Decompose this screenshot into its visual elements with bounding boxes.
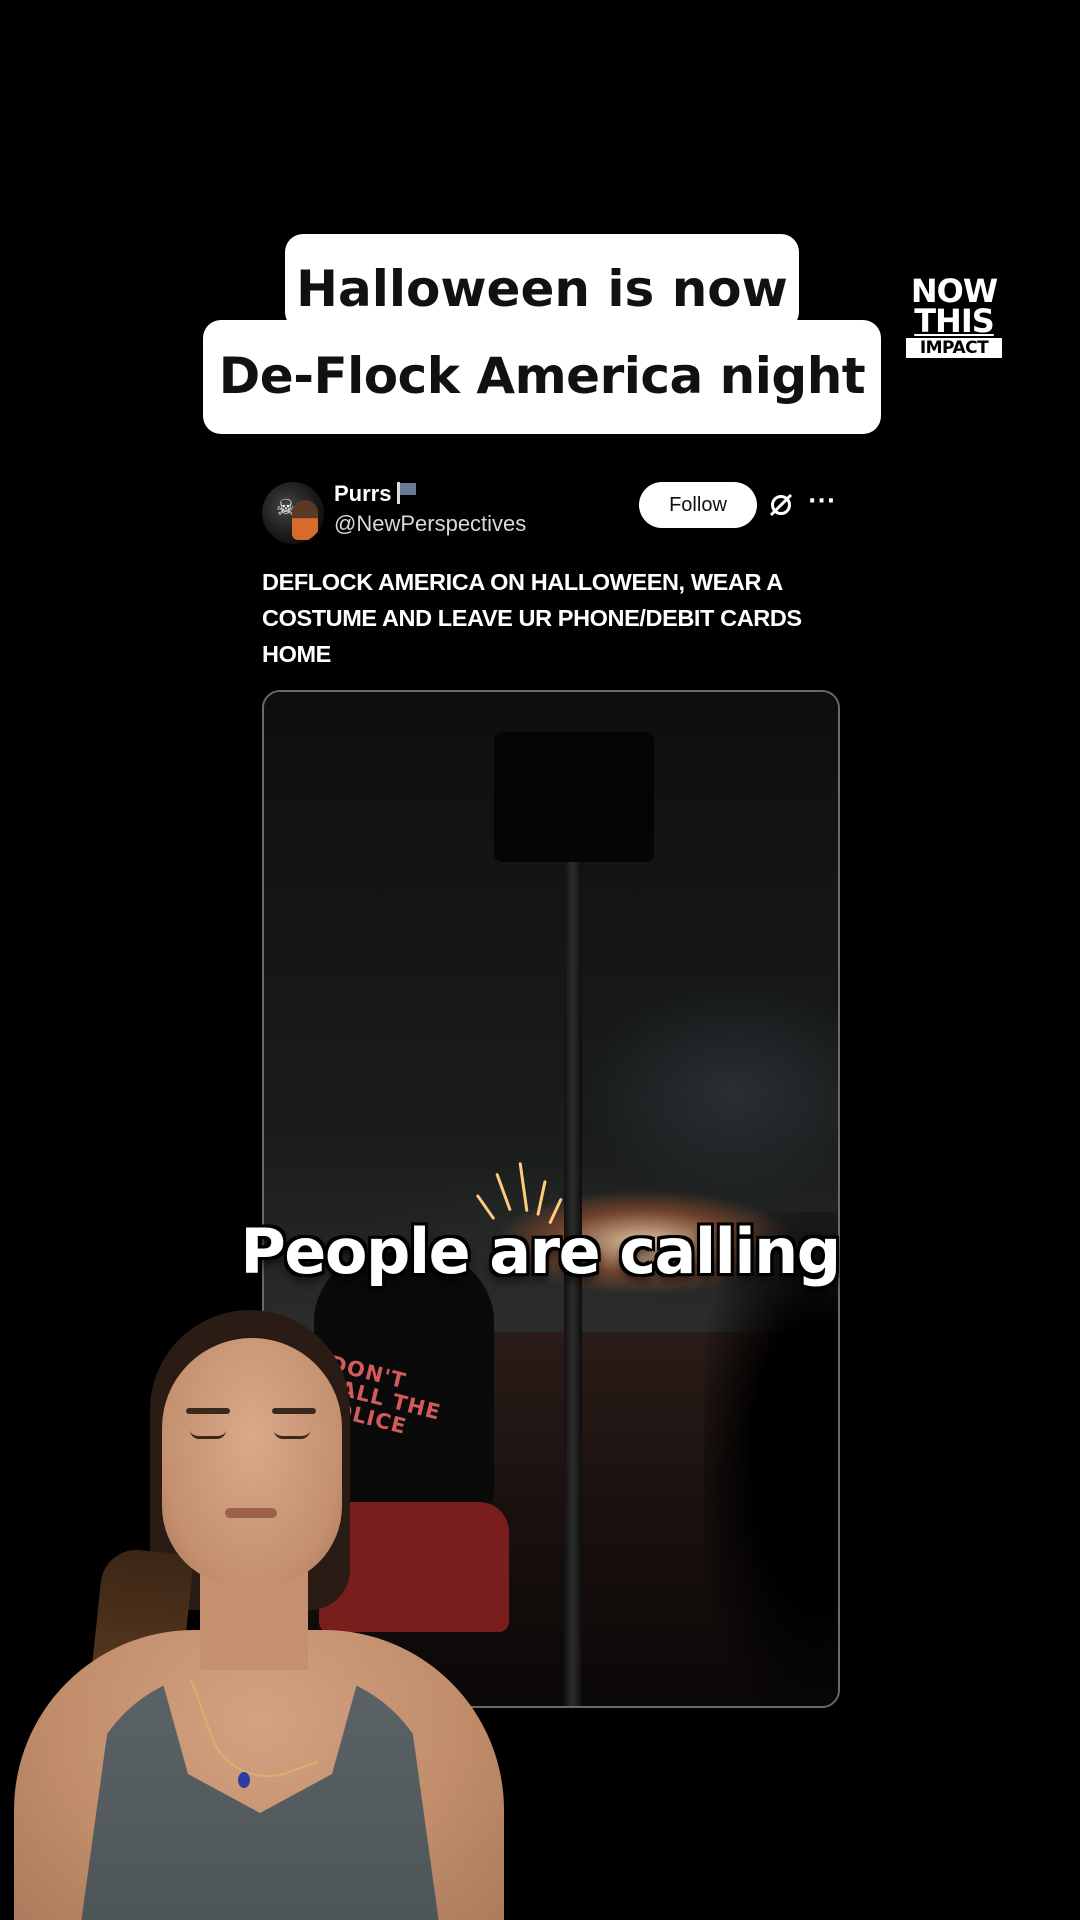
nowthis-logo: NOW THIS IMPACT bbox=[906, 275, 1002, 358]
avatar[interactable]: ☠ bbox=[262, 482, 324, 544]
subtitle-caption: People are calling bbox=[240, 1215, 841, 1288]
headline-line-2: De-Flock America night bbox=[203, 320, 881, 434]
tweet-text: DEFLOCK AMERICA ON HALLOWEEN, WEAR A COS… bbox=[262, 569, 802, 667]
user-display-name[interactable]: Purrs bbox=[334, 480, 417, 508]
presenter-mouth bbox=[225, 1508, 277, 1518]
grok-icon[interactable] bbox=[768, 492, 794, 518]
presenter-brow-right bbox=[272, 1408, 316, 1414]
headline-line-1: Halloween is now bbox=[285, 234, 799, 330]
presenter-pendant bbox=[238, 1772, 250, 1788]
logo-line-this: THIS bbox=[914, 302, 995, 340]
user-handle[interactable]: @NewPerspectives bbox=[334, 510, 526, 538]
presenter-eye-right bbox=[274, 1430, 310, 1439]
avatar-figure bbox=[292, 500, 318, 540]
video-frame: Halloween is now De-Flock America night … bbox=[0, 0, 1080, 1920]
presenter-webcam bbox=[0, 1300, 520, 1920]
presenter-eye-left bbox=[190, 1430, 226, 1439]
presenter-face bbox=[162, 1338, 342, 1586]
logo-line-impact: IMPACT bbox=[906, 338, 1002, 358]
media-camera-housing bbox=[494, 732, 654, 862]
flag-icon bbox=[397, 482, 417, 504]
presenter-brow-left bbox=[186, 1408, 230, 1414]
display-name-text: Purrs bbox=[334, 481, 392, 506]
more-options-icon[interactable]: ··· bbox=[808, 484, 836, 520]
follow-button[interactable]: Follow bbox=[639, 482, 757, 528]
